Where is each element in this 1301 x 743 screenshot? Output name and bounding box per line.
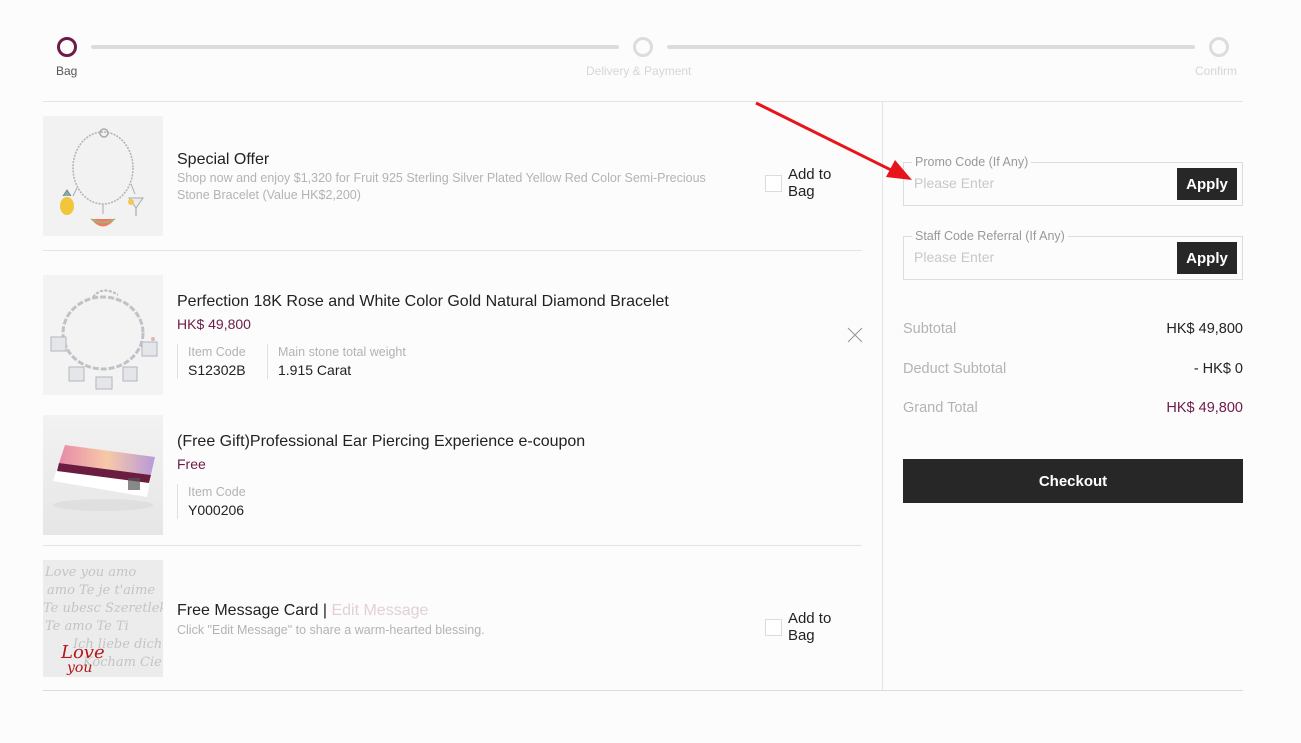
svg-text:Te ubesc Szeretlek: Te ubesc Szeretlek	[43, 601, 163, 616]
top-divider	[43, 101, 1243, 102]
edit-message-link[interactable]: Edit Message	[331, 602, 428, 619]
cart-item-diamond-bracelet: Perfection 18K Rose and White Color Gold…	[43, 275, 864, 395]
svg-text:Love you amo: Love you amo	[44, 565, 136, 580]
svg-text:amo Te je t'aime: amo Te je t'aime	[47, 583, 155, 598]
bracelet-stone-weight: Main stone total weight 1.915 Carat	[267, 344, 406, 379]
deduct-subtotal-value: - HK$ 0	[1193, 361, 1243, 377]
add-to-bag-checkbox[interactable]	[765, 174, 782, 192]
bracelet-item-code: Item Code S12302B	[177, 344, 267, 379]
gift-item-code: Item Code Y000206	[177, 484, 246, 519]
staff-code-input[interactable]	[914, 249, 1164, 265]
spec-label: Main stone total weight	[278, 345, 406, 359]
cart-item-special-offer: Special Offer Shop now and enjoy $1,320 …	[43, 116, 862, 236]
step-delivery-label: Delivery & Payment	[586, 64, 692, 78]
add-to-bag-label: Add to Bag	[787, 610, 832, 644]
cart-item-message-card: Love you amo amo Te je t'aime Te ubesc S…	[43, 560, 862, 678]
promo-apply-button[interactable]: Apply	[1177, 168, 1237, 200]
svg-text:you: you	[66, 660, 92, 676]
checkout-stepper: Bag Delivery & Payment Confirm	[43, 36, 1243, 86]
promo-code-field: Promo Code (If Any) Apply	[903, 155, 1243, 206]
title-separator: |	[322, 602, 327, 619]
promo-code-legend: Promo Code (If Any)	[912, 155, 1032, 169]
special-offer-add-to-bag[interactable]: Add to Bag	[765, 166, 862, 200]
gift-title: (Free Gift)Professional Ear Piercing Exp…	[177, 433, 586, 450]
spec-label: Item Code	[188, 485, 246, 499]
gift-price: Free	[177, 456, 206, 472]
message-card-title-row: Free Message Card | Edit Message	[177, 602, 428, 620]
deduct-subtotal-label: Deduct Subtotal	[903, 361, 1007, 377]
ecoupon-image	[43, 415, 163, 535]
message-card-image: Love you amo amo Te je t'aime Te ubesc S…	[43, 560, 163, 677]
spec-label: Item Code	[188, 345, 246, 359]
fruit-bracelet-image	[43, 116, 163, 236]
item-divider	[43, 250, 862, 251]
step-confirm-indicator	[1209, 37, 1229, 57]
subtotal-label: Subtotal	[903, 321, 957, 337]
subtotal-value: HK$ 49,800	[1166, 321, 1243, 337]
step-connector	[667, 45, 1195, 49]
subtotal-row: Subtotal HK$ 49,800	[903, 321, 1243, 337]
diamond-bracelet-image	[43, 275, 163, 395]
bracelet-title: Perfection 18K Rose and White Color Gold…	[177, 293, 669, 310]
message-card-title: Free Message Card	[177, 602, 319, 619]
promo-code-input[interactable]	[914, 175, 1164, 191]
grand-total-row: Grand Total HK$ 49,800	[903, 400, 1243, 416]
spec-value: Y000206	[188, 502, 245, 518]
add-to-bag-label: Add to Bag	[787, 166, 832, 200]
step-bag-indicator	[57, 37, 77, 57]
remove-item-close-icon[interactable]	[846, 326, 864, 344]
add-to-bag-checkbox[interactable]	[765, 618, 782, 636]
message-card-add-to-bag[interactable]: Add to Bag	[765, 610, 862, 644]
special-offer-title: Special Offer	[177, 151, 270, 168]
svg-text:Te amo Te Ti: Te amo Te Ti	[45, 619, 129, 634]
column-divider	[882, 101, 883, 691]
bracelet-price: HK$ 49,800	[177, 316, 251, 332]
step-delivery-indicator	[633, 37, 653, 57]
step-bag-label: Bag	[56, 64, 78, 78]
step-connector	[91, 45, 619, 49]
staff-code-legend: Staff Code Referral (If Any)	[912, 229, 1068, 243]
message-card-description: Click "Edit Message" to share a warm-hea…	[177, 623, 485, 637]
spec-value: 1.915 Carat	[278, 362, 352, 378]
step-confirm-label: Confirm	[1195, 64, 1238, 78]
checkout-button[interactable]: Checkout	[903, 459, 1243, 503]
cart-item-free-gift: (Free Gift)Professional Ear Piercing Exp…	[43, 415, 862, 535]
staff-apply-button[interactable]: Apply	[1177, 242, 1237, 274]
special-offer-description: Shop now and enjoy $1,320 for Fruit 925 …	[177, 171, 706, 202]
bottom-divider	[43, 690, 1243, 691]
deduct-subtotal-row: Deduct Subtotal - HK$ 0	[903, 361, 1243, 377]
grand-total-value: HK$ 49,800	[1166, 400, 1243, 416]
item-divider	[43, 545, 862, 546]
staff-code-field: Staff Code Referral (If Any) Apply	[903, 229, 1243, 280]
spec-value: S12302B	[188, 362, 246, 378]
grand-total-label: Grand Total	[903, 400, 978, 416]
